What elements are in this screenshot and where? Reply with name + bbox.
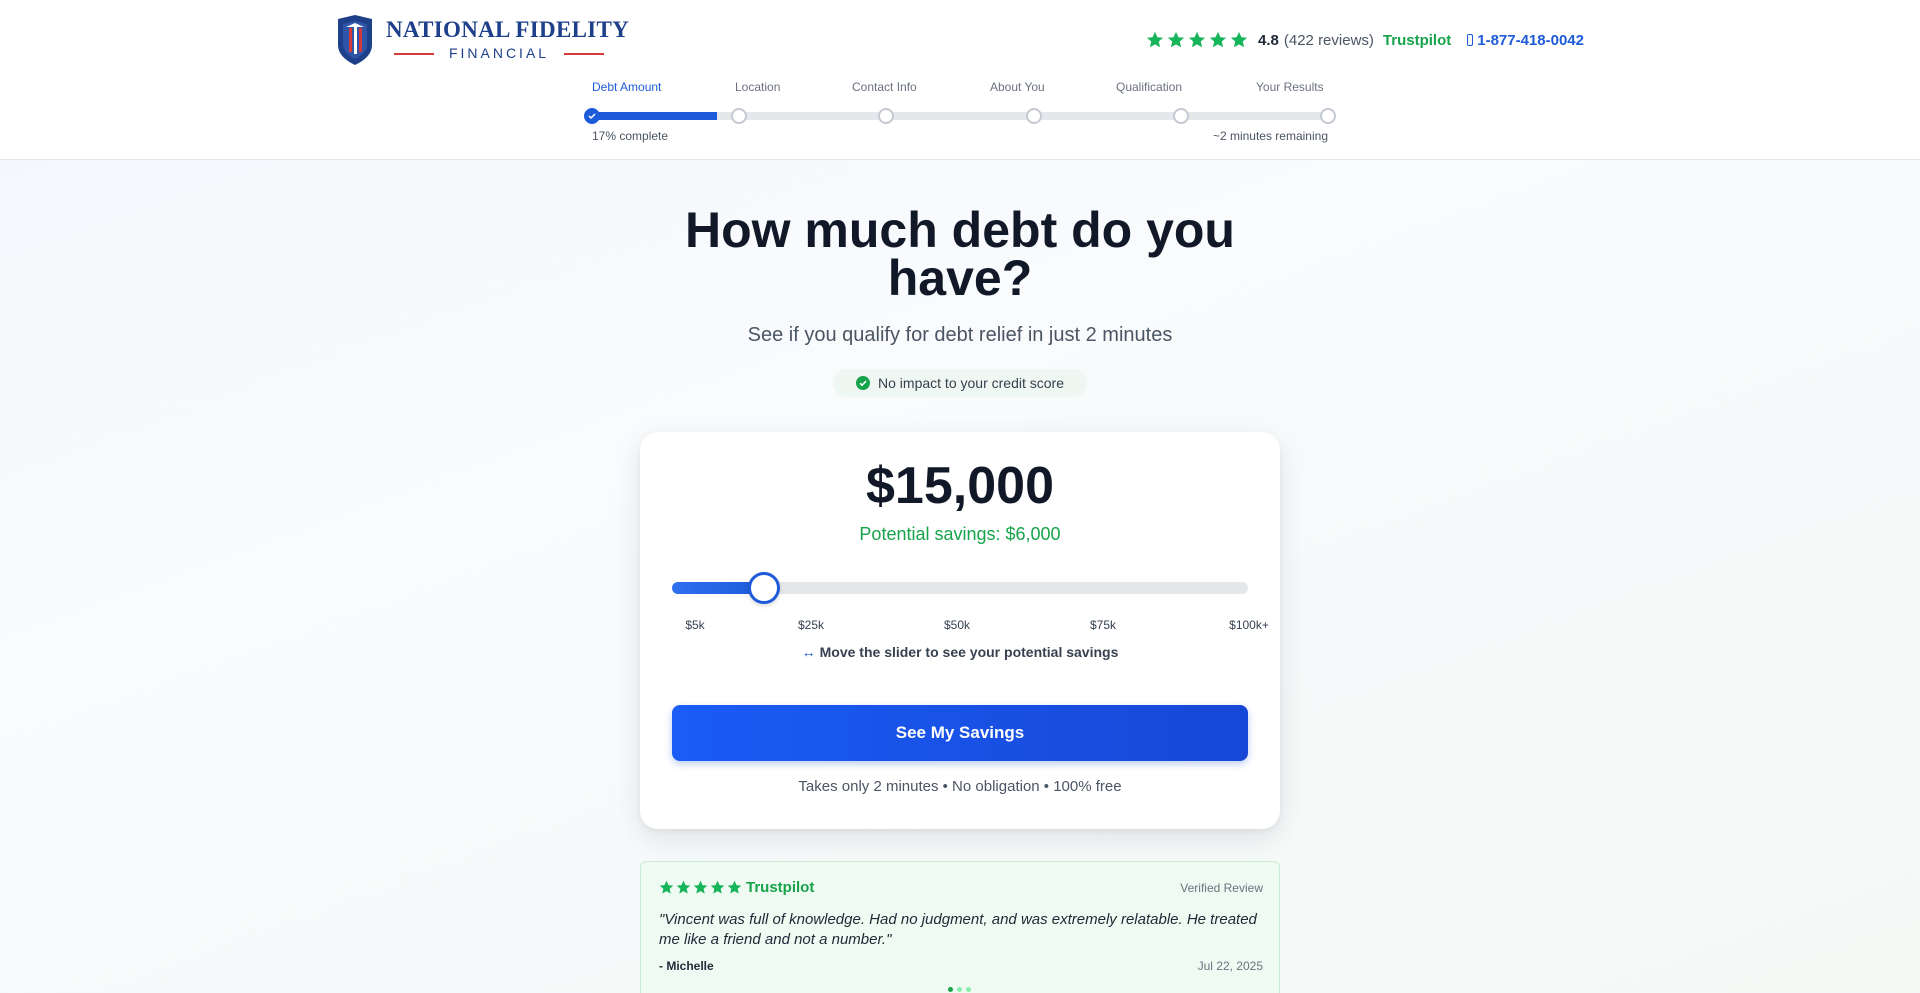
step-label-qualification: Qualification [1116, 80, 1183, 94]
star-icon [1146, 31, 1164, 48]
review-quote: "Vincent was full of knowledge. Had no j… [659, 911, 1257, 948]
step-node-location [731, 108, 747, 124]
carousel-dot[interactable] [957, 987, 962, 992]
star-icon [727, 880, 742, 894]
star-icon [1209, 31, 1227, 48]
brand-divider [394, 53, 434, 55]
site-header: NATIONAL FIDELITY FINANCIAL 4.8 (422 rev… [0, 0, 1920, 160]
check-icon [588, 113, 596, 120]
step-node-qualification [1173, 108, 1189, 124]
step-node-about-you [1026, 108, 1042, 124]
star-icon [659, 880, 674, 894]
step-node-your-results [1320, 108, 1336, 124]
star-icon [710, 880, 725, 894]
star-icon [1188, 31, 1206, 48]
step-label-about-you: About You [990, 80, 1045, 94]
debt-calculator-card: $15,000 Potential savings: $6,000 $5k $2… [640, 432, 1280, 829]
trustpilot-link[interactable]: Trustpilot [1383, 32, 1451, 49]
slider-tick-75k: $75k [1089, 618, 1117, 632]
step-label-location: Location [735, 80, 781, 94]
slider-hint: ↔ Move the slider to see your potential s… [640, 644, 1280, 660]
shield-logo-icon [338, 15, 372, 65]
step-label-debt-amount: Debt Amount [592, 80, 662, 94]
time-remaining: ~2 minutes remaining [1212, 129, 1328, 143]
star-icon [1230, 31, 1248, 48]
slider-thumb[interactable] [748, 572, 781, 604]
brand-logo[interactable]: NATIONAL FIDELITY FINANCIAL [336, 15, 629, 65]
carousel-dot[interactable] [948, 987, 953, 992]
page-subtitle: See if you qualify for debt relief in ju… [747, 324, 1173, 346]
slider-hint-text: Move the slider to see your potential sa… [819, 644, 1119, 660]
progress-track [592, 112, 1328, 120]
progress-fill [592, 112, 718, 120]
review-stars [659, 880, 742, 895]
potential-savings: Potential savings: $6,000 [859, 524, 1061, 544]
review-count: (422 reviews) [1283, 31, 1374, 49]
page-title: How much debt do you have? [685, 202, 1235, 306]
rating-value: 4.8 [1258, 31, 1279, 49]
brand-name: NATIONAL FIDELITY [386, 17, 630, 42]
left-right-arrow-icon: ↔ [801, 644, 816, 660]
brand-sub-row: FINANCIAL [394, 45, 604, 61]
debt-slider[interactable] [672, 572, 1248, 604]
phone-link[interactable]: 1-877-418-0042 [1477, 32, 1584, 49]
review-date: Jul 22, 2025 [1197, 959, 1263, 973]
step-label-contact-info: Contact Info [852, 80, 917, 94]
cta-fine-print: Takes only 2 minutes • No obligation • 1… [798, 778, 1122, 795]
carousel-dot[interactable] [966, 987, 971, 992]
header-trust-bar: 4.8 (422 reviews) Trustpilot 1-877-418-0… [1146, 28, 1584, 52]
credit-score-badge: No impact to your credit score [833, 369, 1087, 397]
rating-stars [1146, 31, 1248, 49]
review-carousel-dots [948, 987, 971, 992]
slider-tick-25k: $25k [797, 618, 825, 632]
badge-text: No impact to your credit score [878, 375, 1064, 391]
star-icon [1167, 31, 1185, 48]
brand-divider [564, 53, 604, 55]
slider-tick-100k: $100k+ [1229, 618, 1269, 632]
phone-icon [1467, 34, 1474, 46]
verified-label: Verified Review [1180, 881, 1263, 895]
review-source: Trustpilot [746, 879, 815, 896]
see-my-savings-button[interactable]: See My Savings [672, 705, 1248, 761]
step-node-debt-amount [584, 108, 600, 124]
star-icon [693, 880, 708, 894]
review-card: Trustpilot Verified Review "Vincent was … [640, 861, 1280, 993]
slider-tick-5k: $5k [685, 618, 705, 632]
review-author: - Michelle [659, 959, 714, 973]
check-circle-icon [856, 376, 871, 390]
slider-tick-50k: $50k [943, 618, 971, 632]
step-labels: Debt Amount Location Contact Info About … [592, 80, 1328, 96]
step-label-your-results: Your Results [1256, 80, 1324, 94]
star-icon [676, 880, 691, 894]
brand-sub: FINANCIAL [448, 45, 550, 61]
step-node-contact-info [878, 108, 894, 124]
progress-percent: 17% complete [592, 129, 669, 143]
debt-amount: $15,000 [866, 457, 1054, 515]
